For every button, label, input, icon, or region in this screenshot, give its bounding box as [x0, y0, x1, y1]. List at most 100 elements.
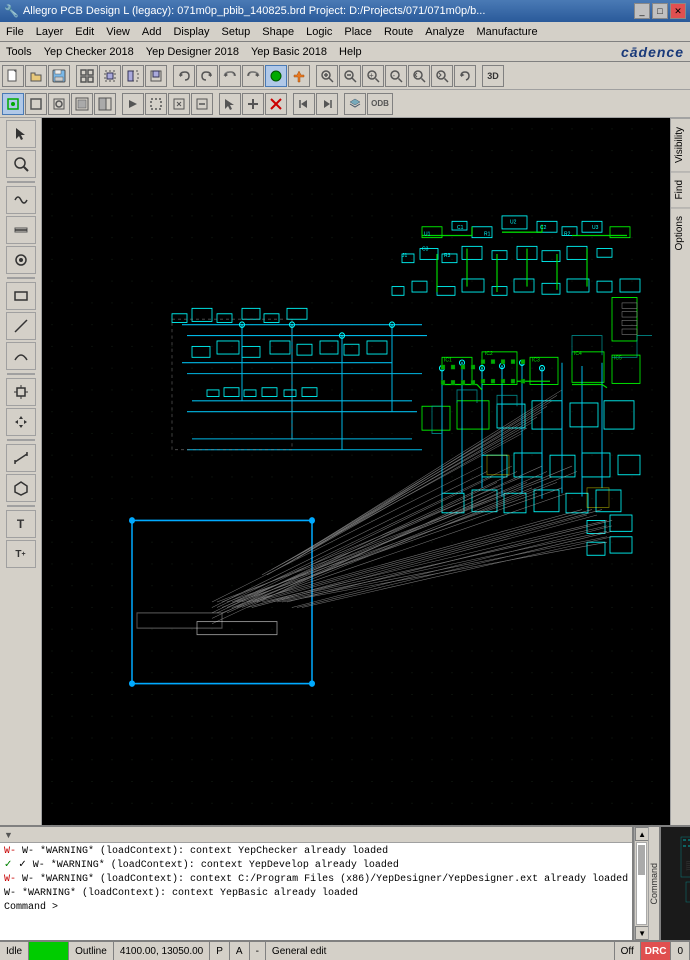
svg-text:+: +	[369, 71, 374, 80]
tb2-delete-button[interactable]	[265, 93, 287, 115]
menu-add[interactable]: Add	[136, 24, 168, 40]
refresh-button[interactable]	[454, 65, 476, 87]
lt-move-button[interactable]	[6, 408, 36, 436]
lt-route-button[interactable]	[6, 216, 36, 244]
snap-on-button[interactable]	[2, 93, 24, 115]
lt-zoom-button[interactable]	[6, 150, 36, 178]
menu-shape[interactable]: Shape	[256, 24, 300, 40]
menu-tools[interactable]: Tools	[0, 44, 38, 60]
pcb-canvas[interactable]: U1 C1 R1 U2 C2 R2 U3 J1 C3 R3 IC1 IC2 IC…	[42, 118, 670, 825]
menu-edit[interactable]: Edit	[69, 24, 100, 40]
zoom-next-button[interactable]	[431, 65, 453, 87]
scroll-up-button[interactable]: ▲	[635, 827, 649, 841]
snap-grid-button[interactable]	[76, 65, 98, 87]
lt-select-button[interactable]	[6, 120, 36, 148]
tb2-arrow-button[interactable]	[122, 93, 144, 115]
close-button[interactable]: ✕	[670, 3, 686, 19]
menu-yep-designer[interactable]: Yep Designer 2018	[140, 44, 245, 60]
menu-file[interactable]: File	[0, 24, 30, 40]
lt-text-button[interactable]: T	[6, 510, 36, 538]
menu-view[interactable]: View	[100, 24, 136, 40]
menu-layer[interactable]: Layer	[30, 24, 70, 40]
tb1-redo2[interactable]	[242, 65, 264, 87]
status-dash: -	[250, 942, 266, 960]
menu-manufacture[interactable]: Manufacture	[470, 24, 543, 40]
pin-button[interactable]	[288, 65, 310, 87]
menu-logic[interactable]: Logic	[300, 24, 338, 40]
scroll-thumb[interactable]	[638, 845, 645, 875]
lt-add-line-button[interactable]	[6, 186, 36, 214]
svg-text:R1: R1	[484, 231, 490, 237]
open-button[interactable]	[25, 65, 47, 87]
zoom-fit-button[interactable]	[339, 65, 361, 87]
worldview-panel: WorldVie...	[659, 827, 690, 940]
undo-button[interactable]	[173, 65, 195, 87]
options-tab[interactable]: Options	[671, 207, 690, 258]
cadence-logo: cādence	[621, 44, 684, 60]
menu-place[interactable]: Place	[338, 24, 378, 40]
tb2-5-button[interactable]	[94, 93, 116, 115]
menu-analyze[interactable]: Analyze	[419, 24, 470, 40]
svg-text:C3: C3	[422, 247, 428, 253]
status-number: 0	[671, 942, 690, 960]
scroll-down-button[interactable]: ▼	[635, 926, 649, 940]
svg-text:IC1: IC1	[444, 357, 452, 363]
tb2-layer-button[interactable]	[344, 93, 366, 115]
zoom-in-box-button[interactable]	[316, 65, 338, 87]
tb2-right-button[interactable]	[316, 93, 338, 115]
odb-button[interactable]: ODB	[367, 93, 393, 115]
3d-view-button[interactable]: 3D	[482, 65, 504, 87]
toolbar2: ODB	[0, 90, 690, 118]
tb1-3[interactable]	[122, 65, 144, 87]
redo-button[interactable]	[196, 65, 218, 87]
visibility-tab[interactable]: Visibility	[671, 118, 690, 171]
lt-text-add-button[interactable]: T+	[6, 540, 36, 568]
tb2-cross-button[interactable]	[168, 93, 190, 115]
new-button[interactable]	[2, 65, 24, 87]
tb2-left-button[interactable]	[293, 93, 315, 115]
lt-via-button[interactable]	[6, 246, 36, 274]
console-scrollbar: ▲ ▼	[634, 827, 648, 940]
find-tab[interactable]: Find	[671, 171, 690, 207]
tb2-cursor-button[interactable]	[219, 93, 241, 115]
lt-line-button[interactable]	[6, 312, 36, 340]
command-label: Command	[649, 863, 659, 905]
console-scroll[interactable]: W- W- *WARNING* (loadContext): context Y…	[0, 843, 632, 940]
lt-arc-button[interactable]	[6, 342, 36, 370]
menu-yep-checker[interactable]: Yep Checker 2018	[38, 44, 140, 60]
tb2-4-button[interactable]	[71, 93, 93, 115]
tb1-undo2[interactable]	[219, 65, 241, 87]
menu-yep-basic[interactable]: Yep Basic 2018	[245, 44, 333, 60]
lt-measure-button[interactable]	[6, 444, 36, 472]
lt-place-button[interactable]	[6, 378, 36, 406]
run-button[interactable]	[265, 65, 287, 87]
save-button[interactable]	[48, 65, 70, 87]
menu-help[interactable]: Help	[333, 44, 368, 60]
svg-text:C1: C1	[457, 225, 463, 231]
tb1-4[interactable]	[145, 65, 167, 87]
menu-route[interactable]: Route	[378, 24, 419, 40]
status-outline: Outline	[69, 942, 114, 960]
maximize-button[interactable]: □	[652, 3, 668, 19]
tb2-box-button[interactable]	[145, 93, 167, 115]
tb2-minus-button[interactable]	[191, 93, 213, 115]
menu-setup[interactable]: Setup	[216, 24, 257, 40]
svg-text:R2: R2	[564, 231, 570, 237]
toolbar1: + - 3D	[0, 62, 690, 90]
lt-shape-button[interactable]	[6, 282, 36, 310]
select-all-button[interactable]	[99, 65, 121, 87]
lt-3d-button[interactable]	[6, 474, 36, 502]
console-text-2: ✓ W- *WARNING* (loadContext): context Ye…	[18, 860, 398, 871]
snap-custom-button[interactable]	[48, 93, 70, 115]
console-area: ▼ W- W- *WARNING* (loadContext): context…	[0, 827, 634, 940]
menu-display[interactable]: Display	[167, 24, 215, 40]
snap-off-button[interactable]	[25, 93, 47, 115]
zoom-in-button[interactable]: +	[362, 65, 384, 87]
zoom-out-button[interactable]: -	[385, 65, 407, 87]
scroll-track[interactable]	[636, 842, 647, 925]
canvas-area[interactable]: U1 C1 R1 U2 C2 R2 U3 J1 C3 R3 IC1 IC2 IC…	[42, 118, 670, 825]
zoom-prev-button[interactable]	[408, 65, 430, 87]
tb2-add-button[interactable]	[242, 93, 264, 115]
minimize-button[interactable]: _	[634, 3, 650, 19]
svg-text:U2: U2	[510, 219, 516, 225]
